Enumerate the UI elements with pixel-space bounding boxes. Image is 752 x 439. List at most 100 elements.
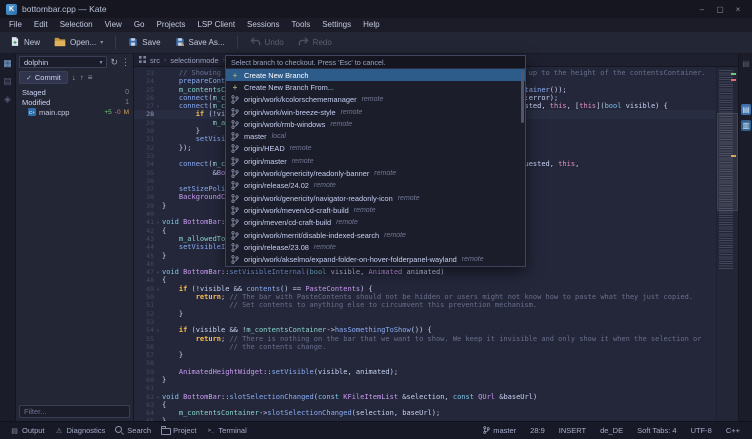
breadcrumb-link[interactable]: selectionmode [170,56,218,65]
fold-marker-icon[interactable] [154,401,162,409]
menu-item[interactable]: Projects [150,18,191,32]
branch-list-item[interactable]: + origin/work/akselmo/expand-folder-on-h… [226,253,525,265]
branch-list-item[interactable]: + origin/release/24.02 remote [226,180,525,192]
menu-item[interactable]: Edit [28,18,54,32]
fold-marker-icon[interactable] [154,210,162,218]
fold-marker-icon[interactable] [154,318,162,326]
fold-marker-icon[interactable] [154,335,162,343]
toolview-button[interactable]: Search [110,422,156,439]
branch-list-item[interactable]: + origin/work/meven/cd-craft-build remot… [226,204,525,216]
fold-marker-icon[interactable] [154,202,162,210]
documents-toolview-icon[interactable]: ▤ [3,76,12,86]
branch-list-item[interactable]: + origin/master remote [226,155,525,167]
open-button[interactable]: Open... ▾ [48,35,109,51]
toolview-button[interactable]: Diagnostics [50,422,111,439]
save-button[interactable]: Save [122,35,166,51]
symbol-outline-toolview-icon[interactable]: ▤ [741,58,751,69]
statusbar-segment[interactable]: INSERT [552,426,593,435]
fold-marker-icon[interactable] [154,218,162,226]
undo-button[interactable]: Undo [244,35,290,50]
statusbar-segment[interactable]: C++ [719,426,747,435]
branch-list-item[interactable]: + origin/release/23.08 remote [226,241,525,253]
toolview-button[interactable]: Output [5,422,50,439]
fold-marker-icon[interactable] [154,301,162,309]
statusbar-segment[interactable]: Soft Tabs: 4 [630,426,683,435]
minimap-scrollbar[interactable] [716,67,738,421]
statusbar-segment[interactable]: UTF-8 [684,426,719,435]
popup-scrollbar[interactable] [521,71,524,123]
fold-marker-icon[interactable] [154,384,162,392]
fold-marker-icon[interactable] [154,77,162,85]
branch-list-item[interactable]: + origin/meven/cd-craft-build remote [226,217,525,229]
branch-list-item[interactable]: + master local [226,130,525,142]
toolview-button[interactable]: Project [156,422,201,439]
save-as-button[interactable]: Save As... [169,35,231,51]
menu-item[interactable]: File [3,18,28,32]
branch-list-item[interactable]: + Create New Branch [226,69,525,81]
fold-marker-icon[interactable] [154,260,162,268]
fold-marker-icon[interactable] [154,227,162,235]
fold-marker-icon[interactable] [154,409,162,417]
fold-marker-icon[interactable] [154,193,162,201]
breadcrumb-link[interactable]: src [150,56,160,65]
fold-marker-icon[interactable] [154,393,162,401]
fold-marker-icon[interactable] [154,326,162,334]
project-selector[interactable]: dolphin ▾ [19,56,107,68]
minimap-viewport[interactable] [717,113,738,211]
menu-item[interactable]: Settings [316,18,357,32]
fold-marker-icon[interactable] [154,110,162,118]
branch-list-item[interactable]: + origin/work/genericity/navigator-reado… [226,192,525,204]
fold-marker-icon[interactable] [154,169,162,177]
fold-marker-icon[interactable] [154,368,162,376]
toolview-button[interactable]: Terminal [201,422,251,439]
search-toolview-icon[interactable]: ◈ [4,94,11,104]
branch-list-item[interactable]: + origin/HEAD remote [226,143,525,155]
branch-list-item[interactable]: + origin/work/rmb-windows remote [226,118,525,130]
filesystem-toolview-icon[interactable]: ▥ [741,120,751,131]
menu-item[interactable]: Help [357,18,385,32]
fold-marker-icon[interactable] [154,276,162,284]
menu-item[interactable]: LSP Client [191,18,241,32]
menu-item[interactable]: View [99,18,128,32]
refresh-icon[interactable]: ↻ [110,57,118,67]
fold-marker-icon[interactable] [154,351,162,359]
minimize-button[interactable]: – [694,2,710,16]
fold-marker-icon[interactable] [154,144,162,152]
git-menu-icon[interactable]: ≡ [88,73,93,82]
fold-marker-icon[interactable] [154,252,162,260]
new-button[interactable]: New [4,34,46,51]
fold-marker-icon[interactable] [154,69,162,77]
fold-marker-icon[interactable] [154,235,162,243]
git-branch-indicator[interactable]: master [476,426,523,436]
modified-file-row[interactable]: C+ main.cpp +5 -0 M [16,107,133,117]
branch-list-item[interactable]: + origin/work/win-breeze-style remote [226,106,525,118]
branch-list-item[interactable]: + origin/work/genericity/readonly-banner… [226,167,525,179]
fold-marker-icon[interactable] [154,243,162,251]
fold-marker-icon[interactable] [154,185,162,193]
maximize-button[interactable]: ▢ [712,2,728,16]
branch-list-item[interactable]: + origin/work/merrit/disable-indexed-sea… [226,229,525,241]
branch-list-item[interactable]: + origin/work/kcolorschememanager remote [226,94,525,106]
commit-button[interactable]: ✓ Commit [19,71,68,84]
fold-marker-icon[interactable] [154,293,162,301]
fold-marker-icon[interactable] [154,127,162,135]
fold-marker-icon[interactable] [154,310,162,318]
fold-marker-icon[interactable] [154,86,162,94]
fold-marker-icon[interactable] [154,102,162,110]
statusbar-segment[interactable]: 28:9 [523,426,552,435]
fold-marker-icon[interactable] [154,152,162,160]
fold-marker-icon[interactable] [154,135,162,143]
menu-item[interactable]: Tools [286,18,317,32]
fold-marker-icon[interactable] [154,359,162,367]
overflow-menu-icon[interactable]: ⋮ [121,57,130,67]
menu-item[interactable]: Go [128,18,151,32]
fold-marker-icon[interactable] [154,94,162,102]
projects-toolview-icon[interactable]: ▦ [3,58,12,68]
menu-item[interactable]: Sessions [241,18,285,32]
modified-group-row[interactable]: Modified 1 [16,97,133,107]
close-button[interactable]: × [730,2,746,16]
staged-group-row[interactable]: Staged 0 [16,87,133,97]
fold-marker-icon[interactable] [154,376,162,384]
statusbar-segment[interactable]: de_DE [593,426,630,435]
filter-input[interactable] [19,405,130,418]
